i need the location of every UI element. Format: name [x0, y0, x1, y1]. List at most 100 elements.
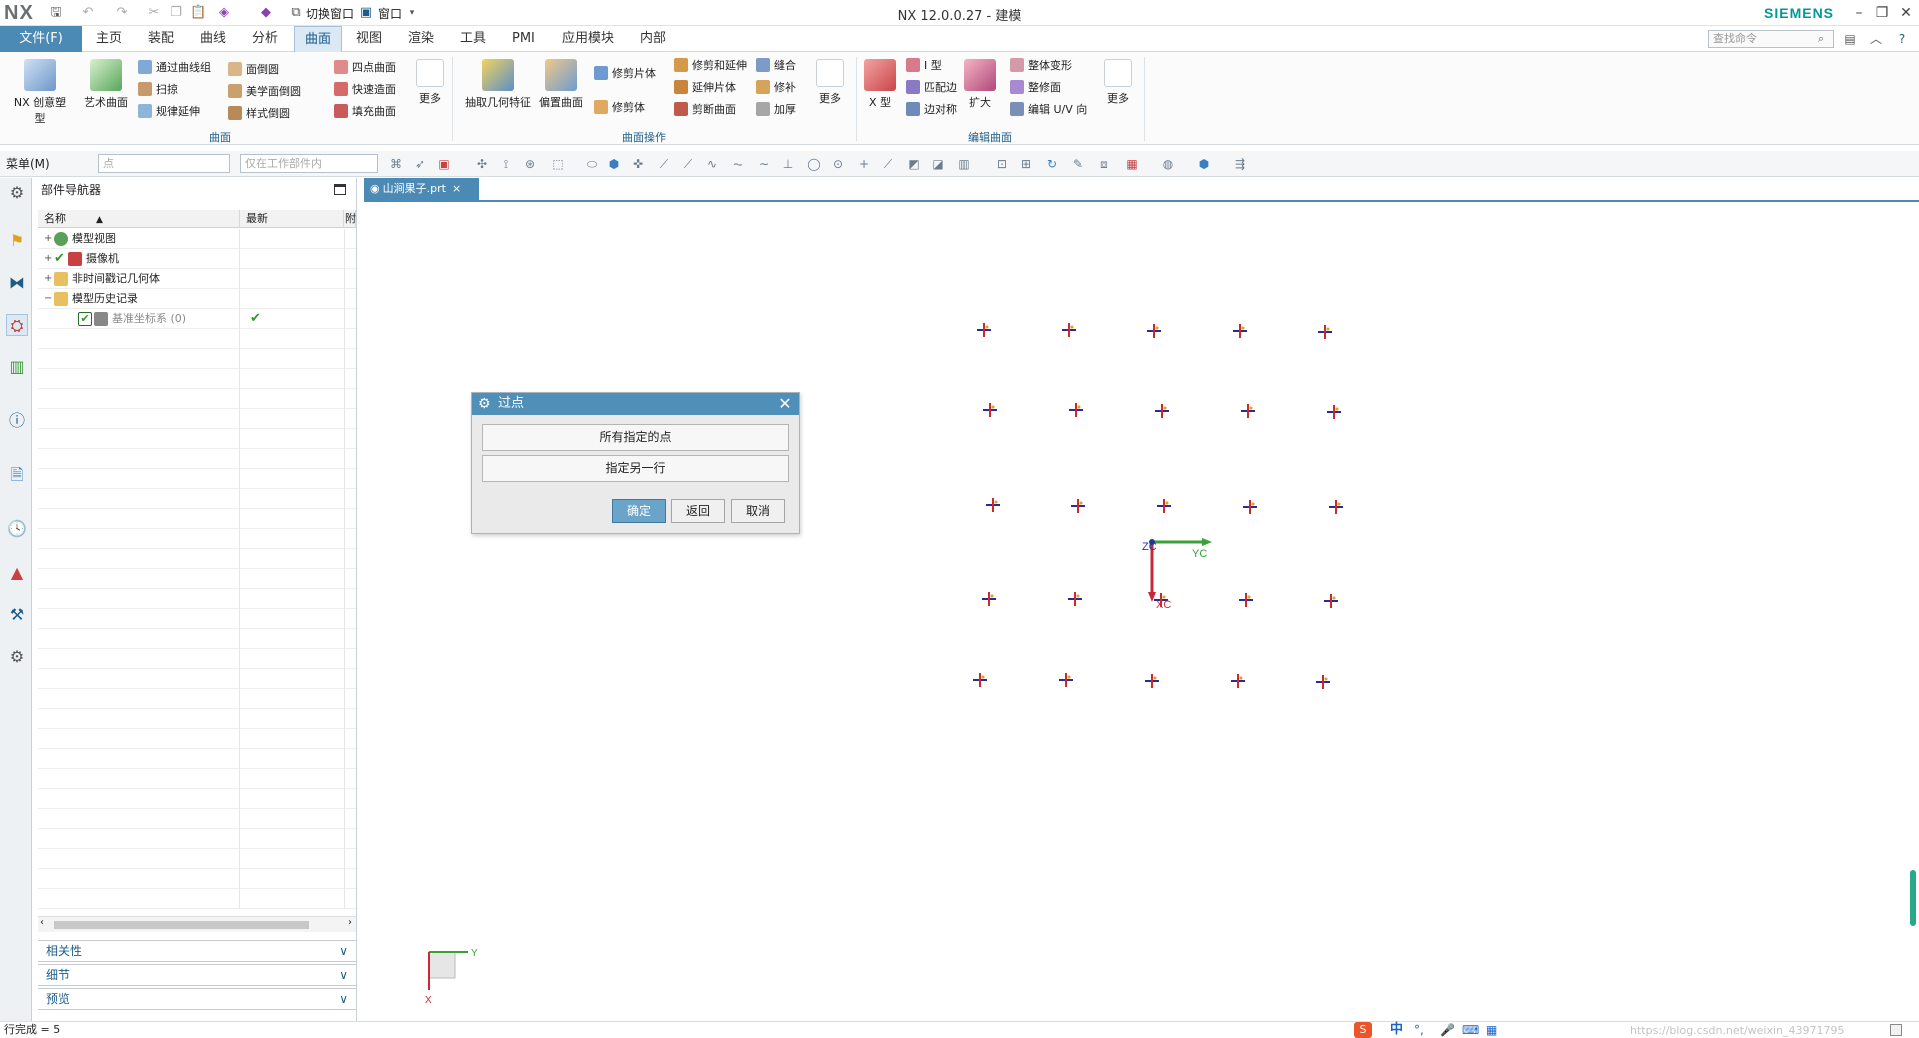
line-icon[interactable]: ⟋: [656, 156, 672, 172]
file-menu-button[interactable]: 文件(F): [0, 26, 82, 52]
expand-icon[interactable]: +: [44, 269, 54, 289]
point-marker[interactable]: [986, 498, 1000, 512]
point-marker[interactable]: [1233, 324, 1247, 338]
arc-icon[interactable]: ⟋: [680, 156, 696, 172]
view-cube-icon[interactable]: ⬢: [1196, 156, 1212, 172]
render-style-icon[interactable]: ▦: [1124, 156, 1140, 172]
more-surface-button[interactable]: 更多: [410, 59, 450, 106]
trim-body-button[interactable]: 修剪体: [594, 99, 645, 117]
maximize-panel-icon[interactable]: [334, 184, 346, 195]
back-button[interactable]: 返回: [671, 499, 725, 523]
another-row-button[interactable]: 指定另一行: [482, 455, 789, 482]
extract-geometry-button[interactable]: 抽取几何特征: [460, 59, 536, 110]
snap-end-icon[interactable]: ⟟: [498, 156, 514, 172]
settings-gear-icon[interactable]: ⚙: [6, 182, 28, 204]
section-dependencies[interactable]: 相关性 ∨: [38, 940, 356, 962]
face-icon[interactable]: ◩: [906, 156, 922, 172]
help-icon[interactable]: ?: [1894, 31, 1910, 47]
point-marker[interactable]: [1145, 674, 1159, 688]
diagonal-icon[interactable]: ⟋: [880, 156, 896, 172]
refit-face-button[interactable]: 整修面: [1010, 79, 1061, 97]
web-browser-icon[interactable]: 🗎: [6, 464, 28, 486]
paste-icon[interactable]: 📋: [190, 5, 206, 21]
palette-icon[interactable]: ▲: [6, 562, 28, 584]
microphone-icon[interactable]: 🎤: [1440, 1022, 1455, 1038]
close-icon[interactable]: ✕: [1895, 3, 1917, 23]
constraint-navigator-icon[interactable]: ⧓: [6, 272, 28, 294]
fit-view-icon[interactable]: ⊡: [994, 156, 1010, 172]
point-marker[interactable]: [1231, 674, 1245, 688]
tab-assembly[interactable]: 装配: [138, 26, 184, 52]
snap-center-icon[interactable]: ⊛: [522, 156, 538, 172]
circle-center-icon[interactable]: ⊙: [830, 156, 846, 172]
point-marker[interactable]: [983, 403, 997, 417]
ime-mode-indicator[interactable]: 中: [1390, 1022, 1403, 1038]
tab-view[interactable]: 视图: [346, 26, 392, 52]
match-edge-button[interactable]: 匹配边: [906, 79, 957, 97]
global-shaping-button[interactable]: 整体变形: [1010, 57, 1072, 75]
fill-surface-button[interactable]: 填充曲面: [334, 103, 396, 121]
wcs-triad[interactable]: ZC YC XC: [1142, 538, 1212, 611]
scroll-right-icon[interactable]: ›: [348, 917, 352, 928]
switch-window-button[interactable]: 切换窗口: [306, 5, 354, 22]
redo-icon[interactable]: ↷: [114, 5, 130, 21]
tree-row-model-history[interactable]: − 模型历史记录: [38, 289, 356, 309]
tree-row-datum-csys[interactable]: ✔ 基准坐标系 (0) ✔: [38, 309, 356, 329]
column-attached[interactable]: 附: [344, 210, 356, 228]
plus-icon[interactable]: +: [856, 156, 872, 172]
wave-icon[interactable]: ∼: [756, 156, 772, 172]
zoom-icon[interactable]: ⊞: [1018, 156, 1034, 172]
tab-analysis[interactable]: 分析: [242, 26, 288, 52]
dialog-title-bar[interactable]: 过点: [472, 393, 799, 415]
point-marker[interactable]: [1157, 499, 1171, 513]
type-filter-select[interactable]: 点: [98, 154, 230, 173]
ribbon-options-icon[interactable]: ▤: [1842, 31, 1858, 47]
thicken-button[interactable]: 加厚: [756, 101, 796, 119]
i-type-button[interactable]: I 型: [906, 57, 942, 75]
sogou-ime-icon[interactable]: S: [1354, 1022, 1372, 1038]
section-details[interactable]: 细节 ∨: [38, 964, 356, 986]
column-latest[interactable]: 最新: [240, 210, 344, 228]
checkmark-icon[interactable]: ✔: [54, 252, 68, 266]
perpendicular-icon[interactable]: ⊥: [780, 156, 796, 172]
tab-curve[interactable]: 曲线: [190, 26, 236, 52]
window-menu-button[interactable]: 窗口: [378, 5, 402, 22]
four-point-surface-button[interactable]: 四点曲面: [334, 59, 396, 77]
enlarge-button[interactable]: 扩大: [960, 59, 1000, 110]
role-icon[interactable]: ⚒: [6, 604, 28, 626]
vertical-scroll-indicator[interactable]: [1910, 870, 1916, 926]
undo-icon[interactable]: ↶: [80, 5, 96, 21]
box-select-icon[interactable]: ▣: [436, 156, 452, 172]
history-icon[interactable]: 🕓: [6, 518, 28, 540]
tab-application[interactable]: 应用模块: [552, 26, 624, 52]
law-extension-button[interactable]: 规律延伸: [138, 103, 200, 121]
tab-home[interactable]: 主页: [86, 26, 132, 52]
quick-surface-button[interactable]: 快速造面: [334, 81, 396, 99]
point-marker[interactable]: [1327, 405, 1341, 419]
point-marker[interactable]: [1329, 500, 1343, 514]
pan-icon[interactable]: ✎: [1070, 156, 1086, 172]
dialog-gear-icon[interactable]: ⚙: [478, 396, 494, 412]
cut-icon[interactable]: ✂: [146, 5, 162, 21]
tree-row-camera[interactable]: + ✔ 摄像机: [38, 249, 356, 269]
snap-icon[interactable]: ✣: [474, 156, 490, 172]
rectangle-select-icon[interactable]: ⬚: [550, 156, 566, 172]
collapse-ribbon-icon[interactable]: ︿: [1868, 31, 1884, 47]
point-marker[interactable]: [1147, 324, 1161, 338]
main-menu-button[interactable]: 菜单(M): [6, 155, 50, 172]
sew-button[interactable]: 缝合: [756, 57, 796, 75]
horizontal-scrollbar[interactable]: ‹ ›: [38, 916, 356, 932]
sweep-button[interactable]: 扫掠: [138, 81, 178, 99]
column-name[interactable]: 名称 ▲: [38, 210, 240, 228]
tree-row-unused-geometry[interactable]: + 非时间戳记几何体: [38, 269, 356, 289]
selection-scope-select[interactable]: 仅在工作部件内: [240, 154, 378, 173]
extend-sheet-button[interactable]: 延伸片体: [674, 79, 736, 97]
all-points-button[interactable]: 所有指定的点: [482, 424, 789, 451]
point-marker[interactable]: [1243, 500, 1257, 514]
search-icon[interactable]: ⌕: [1818, 32, 1832, 46]
solid-icon[interactable]: ⬢: [606, 156, 622, 172]
point-marker[interactable]: [1241, 404, 1255, 418]
tab-pmi[interactable]: PMI: [502, 26, 545, 52]
ellipse-icon[interactable]: ⬭: [584, 156, 600, 172]
assembly-navigator-icon[interactable]: ⚑: [6, 230, 28, 252]
